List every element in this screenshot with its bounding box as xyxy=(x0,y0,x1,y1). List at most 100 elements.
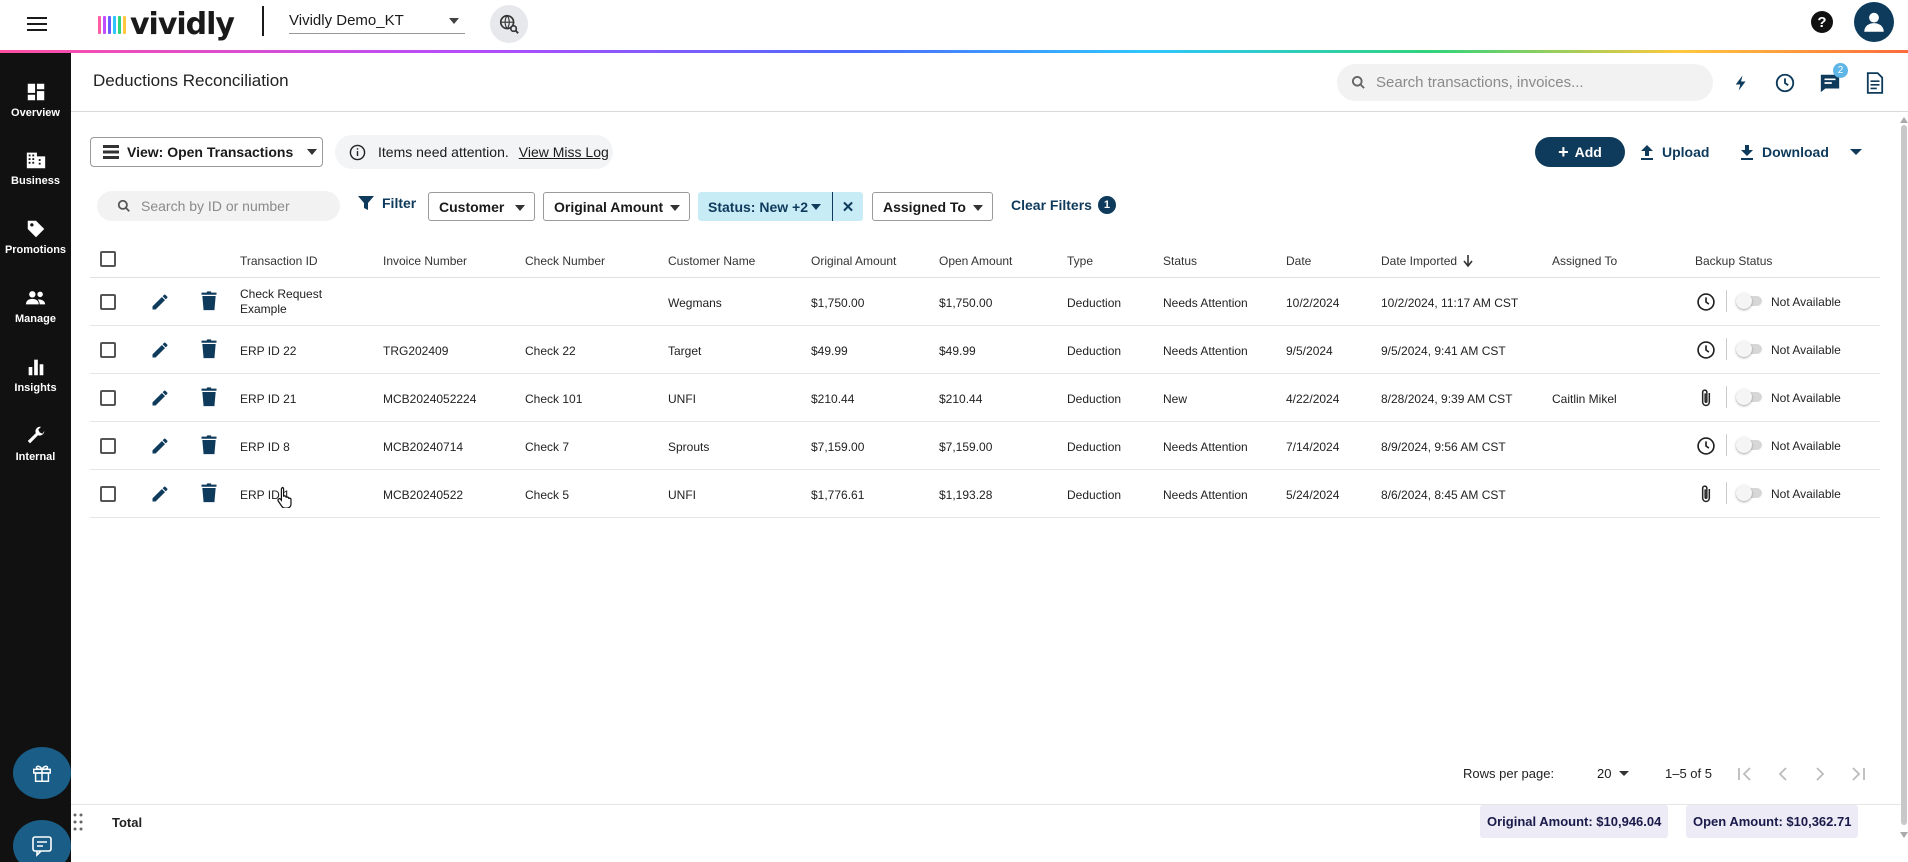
last-page-icon[interactable] xyxy=(1849,766,1867,782)
menu-icon[interactable] xyxy=(25,13,49,37)
drag-handle-icon[interactable] xyxy=(72,812,84,832)
messages-badge: 2 xyxy=(1833,63,1848,78)
trash-icon[interactable] xyxy=(200,483,218,503)
row-checkbox[interactable] xyxy=(100,294,116,310)
add-button[interactable]: + Add xyxy=(1535,137,1625,167)
column-header[interactable]: Status xyxy=(1163,254,1197,268)
column-header[interactable]: Invoice Number xyxy=(383,254,467,268)
table-row[interactable]: ERP ID 21 MCB2024052224 Check 101 UNFI $… xyxy=(90,374,1880,422)
column-header[interactable]: Original Amount xyxy=(811,254,896,268)
backup-toggle[interactable] xyxy=(1736,341,1762,357)
sidebar-item-business[interactable]: Business xyxy=(0,143,71,201)
paperclip-icon[interactable] xyxy=(1696,484,1716,504)
sidebar-item-internal[interactable]: Internal xyxy=(0,419,71,477)
row-checkbox[interactable] xyxy=(100,390,116,406)
download-button[interactable]: Download xyxy=(1740,137,1829,167)
previous-page-icon[interactable] xyxy=(1774,766,1792,782)
backup-toggle[interactable] xyxy=(1736,485,1762,501)
assigned-to-filter[interactable]: Assigned To xyxy=(872,192,993,221)
trash-icon[interactable] xyxy=(200,291,218,311)
global-search-button[interactable] xyxy=(490,5,528,43)
first-page-icon[interactable] xyxy=(1736,766,1754,782)
status-filter-dropdown[interactable]: Status: New +2 xyxy=(698,192,833,221)
backup-toggle[interactable] xyxy=(1736,389,1762,405)
attention-text: Items need attention. xyxy=(378,144,509,160)
row-checkbox[interactable] xyxy=(100,438,116,454)
transaction-id[interactable]: ERP ID 22 xyxy=(240,344,296,358)
view-select[interactable]: View: Open Transactions xyxy=(90,137,323,167)
pencil-icon[interactable] xyxy=(150,484,170,504)
sidebar-item-insights[interactable]: Insights xyxy=(0,350,71,408)
pencil-icon[interactable] xyxy=(150,436,170,456)
customer-filter[interactable]: Customer xyxy=(428,192,535,221)
messages-button[interactable]: 2 xyxy=(1817,63,1848,96)
global-search-input[interactable] xyxy=(1376,74,1696,91)
clock-icon[interactable] xyxy=(1696,292,1716,312)
column-header[interactable]: Date xyxy=(1286,254,1311,268)
scrollbar-thumb[interactable] xyxy=(1901,125,1907,825)
chevron-down-icon xyxy=(307,149,318,155)
table-row[interactable]: ERP ID 1 MCB20240522 Check 5 UNFI $1,776… xyxy=(90,470,1880,518)
transaction-id[interactable]: ERP ID 21 xyxy=(240,392,296,406)
chat-support-button[interactable] xyxy=(13,820,71,862)
view-miss-log-link[interactable]: View Miss Log xyxy=(519,144,609,160)
trash-icon[interactable] xyxy=(200,435,218,455)
trash-icon[interactable] xyxy=(200,339,218,359)
top-bar: vividly Vividly Demo_KT ? xyxy=(0,0,1908,50)
rows-per-page-select[interactable]: 20 xyxy=(1597,766,1630,781)
document-icon[interactable] xyxy=(1862,70,1888,96)
column-header[interactable]: Transaction ID xyxy=(240,254,318,268)
row-checkbox[interactable] xyxy=(100,486,116,502)
next-page-icon[interactable] xyxy=(1811,766,1829,782)
transaction-id[interactable]: Check Request Example xyxy=(240,287,350,317)
column-header[interactable]: Open Amount xyxy=(939,254,1012,268)
help-icon[interactable]: ? xyxy=(1811,11,1833,33)
history-icon[interactable] xyxy=(1772,70,1798,96)
organization-select[interactable]: Vividly Demo_KT xyxy=(289,8,465,34)
column-header[interactable]: Type xyxy=(1067,254,1093,268)
scroll-up-icon[interactable] xyxy=(1900,117,1908,123)
global-search[interactable] xyxy=(1337,64,1713,101)
rewards-button[interactable] xyxy=(13,747,71,799)
column-header[interactable]: Customer Name xyxy=(668,254,755,268)
backup-toggle[interactable] xyxy=(1736,437,1762,453)
search-icon xyxy=(1351,75,1365,89)
column-header[interactable]: Assigned To xyxy=(1552,254,1617,268)
table-row[interactable]: Check Request Example Wegmans $1,750.00 … xyxy=(90,278,1880,326)
paperclip-icon[interactable] xyxy=(1696,388,1716,408)
lightning-icon[interactable] xyxy=(1728,70,1754,96)
close-icon[interactable]: ✕ xyxy=(833,198,863,216)
download-options-icon[interactable] xyxy=(1850,149,1862,155)
sidebar-item-manage[interactable]: Manage xyxy=(0,281,71,339)
clock-icon[interactable] xyxy=(1696,436,1716,456)
transaction-id[interactable]: ERP ID 8 xyxy=(240,440,290,454)
user-avatar[interactable] xyxy=(1854,2,1894,42)
column-header[interactable]: Backup Status xyxy=(1695,254,1772,268)
column-header[interactable]: Check Number xyxy=(525,254,605,268)
table-row[interactable]: ERP ID 22 TRG202409 Check 22 Target $49.… xyxy=(90,326,1880,374)
original-amount: $1,750.00 xyxy=(811,296,865,310)
id-search[interactable] xyxy=(97,191,340,221)
table-row[interactable]: ERP ID 8 MCB20240714 Check 7 Sprouts $7,… xyxy=(90,422,1880,470)
id-search-input[interactable] xyxy=(141,198,331,214)
original-amount-total: Original Amount: $10,946.04 xyxy=(1480,805,1669,838)
original-amount-filter[interactable]: Original Amount xyxy=(543,192,690,221)
add-button-label: Add xyxy=(1574,144,1602,160)
row-checkbox[interactable] xyxy=(100,342,116,358)
upload-button[interactable]: Upload xyxy=(1640,137,1709,167)
backup-toggle[interactable] xyxy=(1736,293,1762,309)
clear-filters-button[interactable]: Clear Filters 1 xyxy=(1011,196,1116,214)
clock-icon[interactable] xyxy=(1696,340,1716,360)
pencil-icon[interactable] xyxy=(150,340,170,360)
scroll-down-icon[interactable] xyxy=(1900,832,1908,838)
trash-icon[interactable] xyxy=(200,387,218,407)
select-all-checkbox[interactable] xyxy=(100,251,116,267)
filter-button[interactable]: Filter xyxy=(358,195,416,211)
column-header-sorted[interactable]: Date Imported xyxy=(1381,254,1474,268)
pencil-icon[interactable] xyxy=(150,292,170,312)
sidebar-item-overview[interactable]: Overview xyxy=(0,75,71,133)
pencil-icon[interactable] xyxy=(150,388,170,408)
sidebar-item-label: Business xyxy=(11,175,60,187)
open-amount-total: Open Amount: $10,362.71 xyxy=(1686,805,1859,838)
sidebar-item-promotions[interactable]: Promotions xyxy=(0,212,71,270)
